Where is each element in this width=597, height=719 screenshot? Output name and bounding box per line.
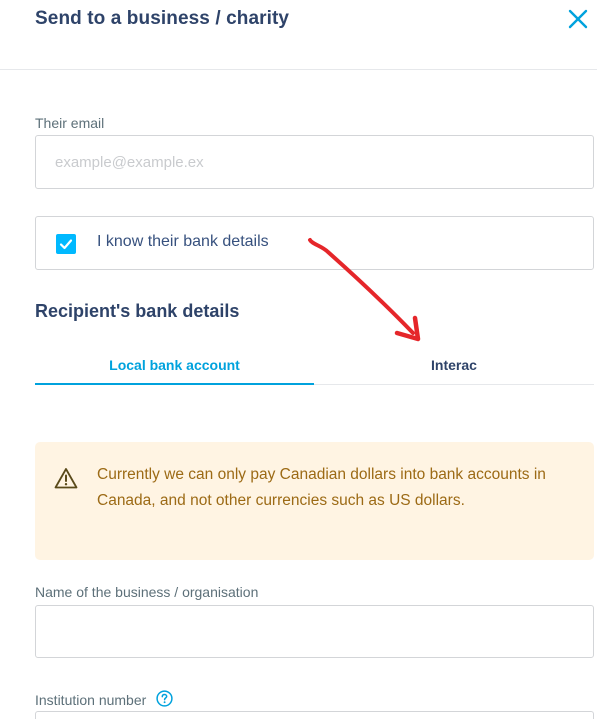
bank-details-checkbox-label: I know their bank details: [97, 233, 269, 250]
close-icon[interactable]: [567, 8, 589, 30]
institution-number-label-row: Institution number: [35, 690, 173, 708]
business-name-label: Name of the business / organisation: [35, 584, 259, 600]
currency-warning-alert: Currently we can only pay Canadian dolla…: [35, 442, 594, 560]
warning-icon: [54, 468, 78, 489]
email-label: Their email: [35, 115, 105, 131]
modal-header: Send to a business / charity: [0, 0, 597, 70]
email-field-wrapper: [35, 135, 594, 189]
help-icon[interactable]: [156, 690, 173, 707]
institution-number-field-wrapper: [35, 711, 594, 719]
checkmark-icon: [59, 239, 73, 250]
business-name-field[interactable]: [36, 606, 593, 657]
modal-title: Send to a business / charity: [35, 8, 290, 29]
institution-number-field[interactable]: [36, 712, 593, 719]
tab-local-bank-account[interactable]: Local bank account: [35, 345, 314, 385]
bank-type-tabs: Local bank account Interac: [35, 345, 594, 385]
institution-number-label: Institution number: [35, 692, 147, 708]
alert-message: Currently we can only pay Canadian dolla…: [97, 466, 546, 509]
business-name-field-wrapper: [35, 605, 594, 658]
recipient-section-title: Recipient's bank details: [35, 301, 240, 321]
bank-details-checkbox-row[interactable]: I know their bank details: [35, 216, 594, 270]
email-field[interactable]: [36, 136, 593, 188]
bank-details-checkbox[interactable]: [56, 234, 76, 254]
tab-interac[interactable]: Interac: [314, 345, 594, 385]
